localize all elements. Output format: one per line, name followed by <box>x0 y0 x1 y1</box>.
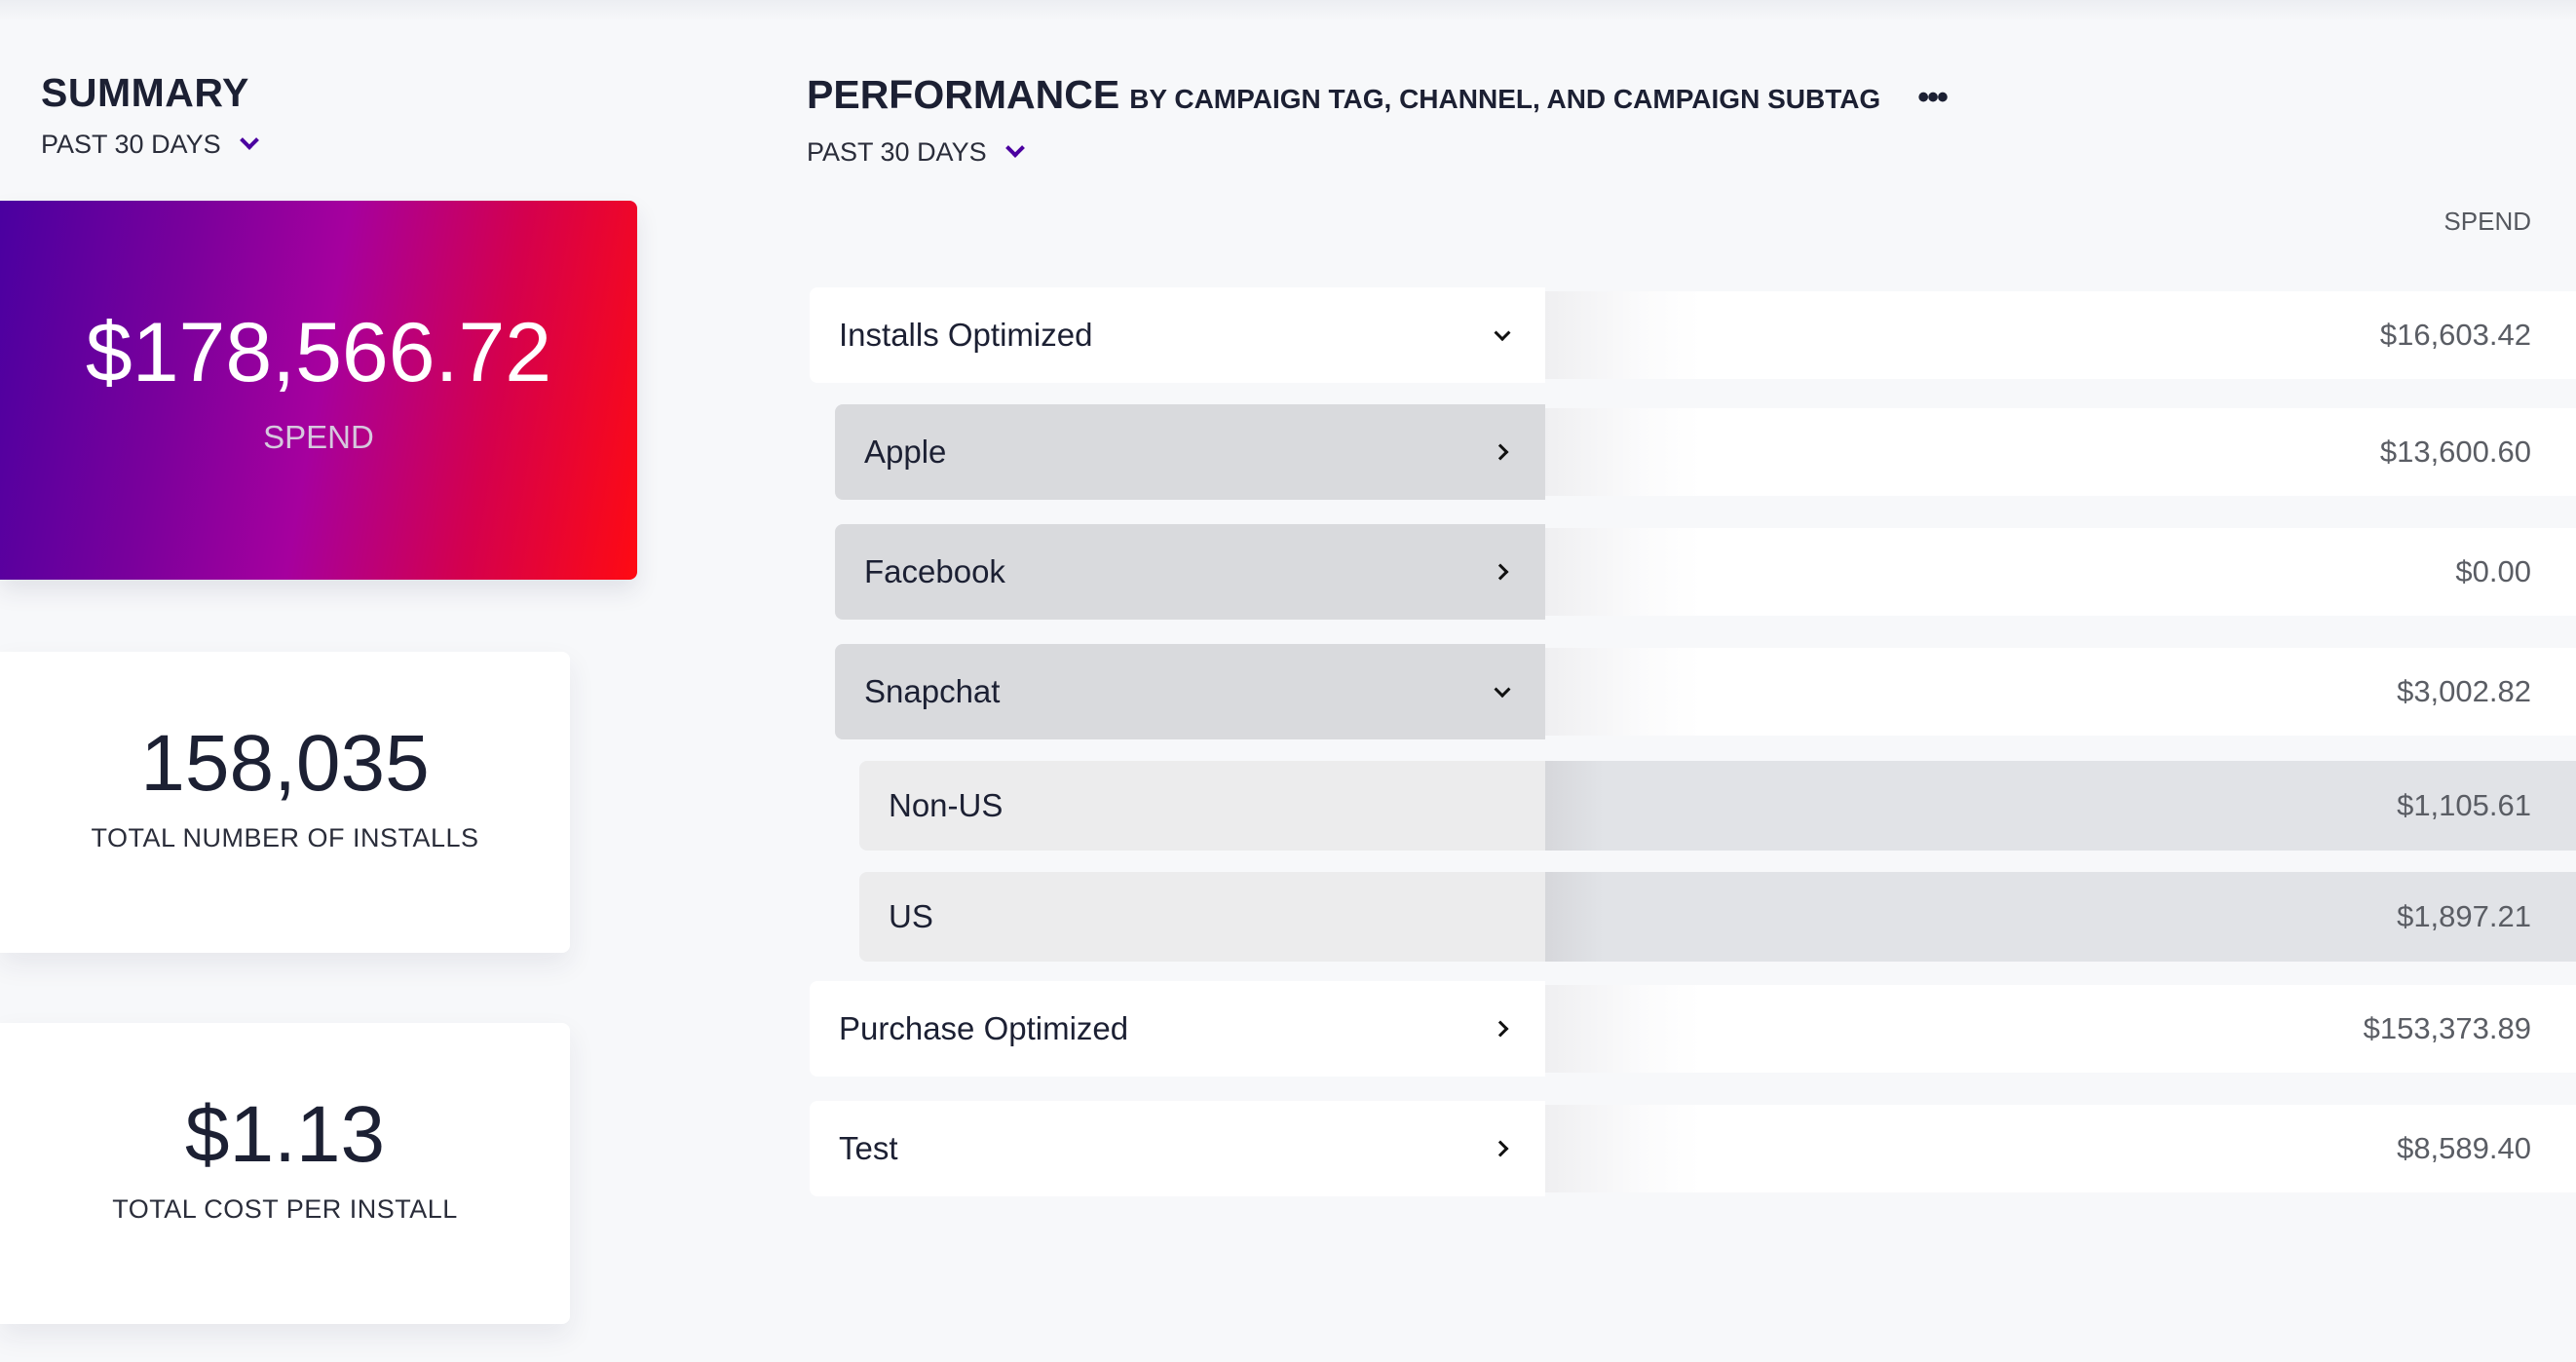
summary-period-label: PAST 30 DAYS <box>41 130 221 159</box>
row-name-cell[interactable]: US <box>859 872 1545 962</box>
performance-header: PERFORMANCE BY CAMPAIGN TAG, CHANNEL, AN… <box>807 72 1949 118</box>
row-label: Facebook <box>864 553 1005 589</box>
row-label: Snapchat <box>864 673 1001 709</box>
table-row[interactable]: Installs Optimized $16,603.42 <box>0 287 2576 383</box>
performance-period-dropdown[interactable]: PAST 30 DAYS <box>807 137 1025 168</box>
table-row[interactable]: Snapchat $3,002.82 <box>0 644 2576 739</box>
table-row[interactable]: Non-US $1,105.61 <box>0 761 2576 851</box>
chevron-right-icon[interactable] <box>1492 443 1509 461</box>
row-label: Purchase Optimized <box>839 1010 1129 1046</box>
performance-period-label: PAST 30 DAYS <box>807 137 987 167</box>
chevron-down-icon <box>1004 137 1025 158</box>
row-spend: $1,105.61 <box>1545 761 2576 851</box>
table-row[interactable]: Purchase Optimized $153,373.89 <box>0 981 2576 1077</box>
chevron-down-icon[interactable] <box>1494 324 1511 342</box>
row-label: Non-US <box>889 787 1004 823</box>
spend-card: $178,566.72 SPEND <box>0 201 637 580</box>
row-name-cell[interactable]: Snapchat <box>835 644 1545 739</box>
chevron-right-icon[interactable] <box>1492 1020 1509 1038</box>
row-name-cell[interactable]: Purchase Optimized <box>810 981 1545 1077</box>
table-row[interactable]: Test $8,589.40 <box>0 1101 2576 1196</box>
row-spend: $16,603.42 <box>1545 291 2576 379</box>
row-name-cell[interactable]: Facebook <box>835 524 1545 620</box>
row-label: Apple <box>864 434 947 470</box>
row-name-cell[interactable]: Test <box>810 1101 1545 1196</box>
chevron-right-icon[interactable] <box>1492 563 1509 581</box>
ellipsis-icon[interactable]: ••• <box>1917 79 1949 117</box>
table-row[interactable]: US $1,897.21 <box>0 872 2576 962</box>
row-name-cell[interactable]: Installs Optimized <box>810 287 1545 383</box>
summary-period-dropdown[interactable]: PAST 30 DAYS <box>41 130 259 160</box>
chevron-down-icon <box>239 130 259 150</box>
chevron-right-icon[interactable] <box>1492 1140 1509 1157</box>
row-label: Installs Optimized <box>839 317 1093 353</box>
row-name-cell[interactable]: Non-US <box>859 761 1545 851</box>
chevron-down-icon[interactable] <box>1494 681 1511 699</box>
performance-title: PERFORMANCE <box>807 72 1120 117</box>
row-spend: $153,373.89 <box>1545 985 2576 1073</box>
row-spend: $0.00 <box>1545 528 2576 616</box>
row-label: US <box>889 898 933 934</box>
spend-column-header[interactable]: SPEND <box>2443 207 2531 237</box>
table-row[interactable]: Facebook $0.00 <box>0 524 2576 620</box>
row-spend: $8,589.40 <box>1545 1105 2576 1192</box>
summary-title: SUMMARY <box>41 70 249 115</box>
row-spend: $3,002.82 <box>1545 648 2576 736</box>
row-label: Test <box>839 1130 898 1166</box>
row-spend: $1,897.21 <box>1545 872 2576 962</box>
table-row[interactable]: Apple $13,600.60 <box>0 404 2576 500</box>
row-spend: $13,600.60 <box>1545 408 2576 496</box>
row-name-cell[interactable]: Apple <box>835 404 1545 500</box>
top-shadow <box>0 0 2576 21</box>
performance-subtitle: BY CAMPAIGN TAG, CHANNEL, AND CAMPAIGN S… <box>1129 84 1881 114</box>
cpi-label: TOTAL COST PER INSTALL <box>112 1194 458 1224</box>
